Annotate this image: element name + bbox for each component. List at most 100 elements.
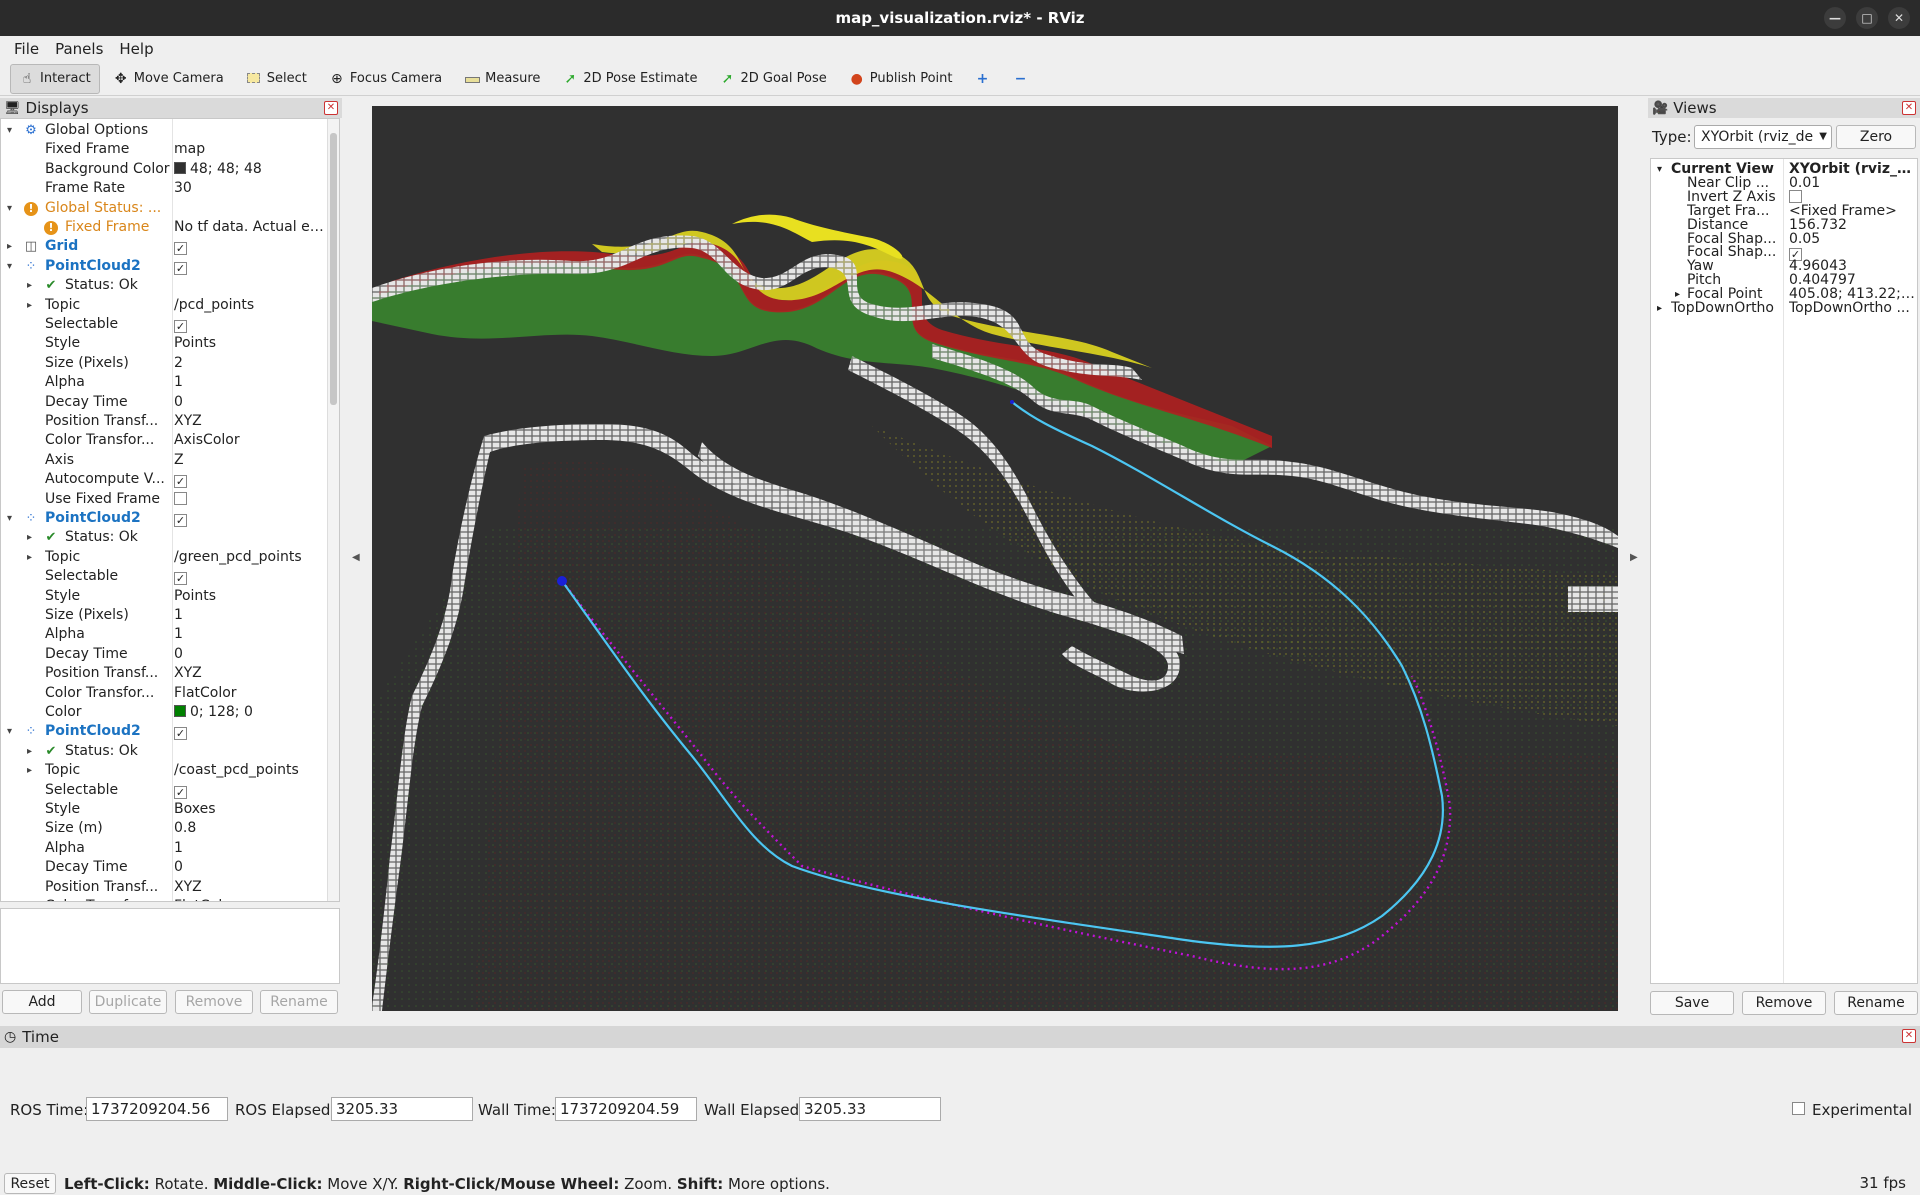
expand-down-icon[interactable]: ▾ [7, 722, 19, 741]
pose-estimate-tool-button[interactable]: ➚ 2D Pose Estimate [553, 64, 706, 94]
close-icon[interactable]: ✕ [1902, 1029, 1916, 1043]
display-row[interactable]: Selectable ✓ [1, 567, 329, 586]
enable-checkbox[interactable]: ✓ [174, 475, 187, 489]
display-row[interactable]: Style Points [1, 587, 329, 606]
display-property-value[interactable]: ✓ [174, 781, 329, 800]
display-property-value[interactable] [174, 490, 329, 509]
display-row[interactable]: Color Transfor... AxisColor [1, 431, 329, 450]
expand-right-icon[interactable]: ▸ [1657, 300, 1662, 317]
display-property-value[interactable]: ✓ [174, 470, 329, 489]
view-type-select[interactable]: XYOrbit (rviz_de ▼ [1694, 125, 1832, 149]
maximize-icon[interactable]: □ [1856, 7, 1878, 29]
display-row[interactable]: Frame Rate 30 [1, 179, 329, 198]
display-property-value[interactable]: Z [174, 451, 329, 470]
display-row[interactable]: Color Transfor...FlatColor [1, 897, 329, 901]
display-property-value[interactable]: 1 [174, 839, 329, 858]
display-property-value[interactable]: Boxes [174, 800, 329, 819]
display-property-value[interactable]: /green_pcd_points [174, 548, 329, 567]
remove-tool-button[interactable]: − [1003, 64, 1037, 94]
expand-right-icon[interactable]: ▸ [27, 276, 39, 295]
display-row[interactable]: Color Transfor...FlatColor [1, 684, 329, 703]
enable-checkbox[interactable]: ✓ [174, 572, 187, 586]
display-row[interactable]: ▸ Topic/green_pcd_points [1, 548, 329, 567]
display-property-value[interactable]: ✓ [174, 315, 329, 334]
expand-right-icon[interactable]: ▸ [27, 742, 39, 761]
display-row[interactable]: Position Transf... XYZ [1, 664, 329, 683]
display-row[interactable]: ▾ ⁘ PointCloud2 ✓ [1, 722, 329, 741]
display-row[interactable]: Background Color 48; 48; 48 [1, 160, 329, 179]
measure-tool-button[interactable]: Measure [455, 64, 549, 94]
display-row[interactable]: Alpha 1 [1, 839, 329, 858]
duplicate-button[interactable]: Duplicate [89, 990, 167, 1014]
display-property-value[interactable]: XYZ [174, 664, 329, 683]
display-row[interactable]: Selectable ✓ [1, 781, 329, 800]
render-viewport[interactable] [372, 106, 1618, 1011]
display-property-value[interactable]: XYZ [174, 878, 329, 897]
display-row[interactable]: Size (Pixels) 1 [1, 606, 329, 625]
display-row[interactable]: ▸ ◫ Grid ✓ [1, 237, 329, 256]
display-property-value[interactable]: ✓ [174, 237, 329, 256]
display-row[interactable]: Size (m) 0.8 [1, 819, 329, 838]
menu-file[interactable]: File [6, 40, 47, 58]
expand-down-icon[interactable]: ▾ [7, 257, 19, 276]
enable-checkbox[interactable] [174, 491, 187, 505]
zero-button[interactable]: Zero [1836, 125, 1916, 149]
display-row[interactable]: Style Boxes [1, 800, 329, 819]
minimize-icon[interactable]: — [1824, 7, 1846, 29]
view-row[interactable]: ▸ TopDownOrtho TopDownOrtho ... [1651, 300, 1917, 317]
menu-panels[interactable]: Panels [47, 40, 111, 58]
focus-camera-tool-button[interactable]: ⊕ Focus Camera [320, 64, 451, 94]
wall-elapsed-field[interactable]: 3205.33 [799, 1097, 941, 1121]
map-scene[interactable] [372, 106, 1618, 1011]
expand-down-icon[interactable]: ▾ [7, 121, 19, 140]
display-property-value[interactable]: 1 [174, 606, 329, 625]
display-row[interactable]: Decay Time 0 [1, 645, 329, 664]
scroll-thumb[interactable] [330, 133, 337, 405]
display-property-value[interactable]: 48; 48; 48 [174, 160, 329, 179]
display-row[interactable]: Axis Z [1, 451, 329, 470]
display-property-value[interactable]: No tf data. Actual err... [174, 218, 329, 237]
display-row[interactable]: ▾ ⚙ Global Options [1, 121, 329, 140]
rename-button[interactable]: Rename [260, 990, 338, 1014]
display-property-value[interactable]: /coast_pcd_points [174, 761, 329, 780]
display-row[interactable]: Position Transf... XYZ [1, 412, 329, 431]
display-property-value[interactable]: ✓ [174, 722, 329, 741]
display-property-value[interactable]: 0.8 [174, 819, 329, 838]
menu-help[interactable]: Help [111, 40, 161, 58]
display-property-value[interactable]: 0 [174, 645, 329, 664]
display-row[interactable]: Alpha 1 [1, 625, 329, 644]
display-row[interactable]: Style Points [1, 334, 329, 353]
rename-view-button[interactable]: Rename [1834, 991, 1918, 1015]
remove-view-button[interactable]: Remove [1742, 991, 1826, 1015]
display-property-value[interactable]: ✓ [174, 509, 329, 528]
display-row[interactable]: Decay Time 0 [1, 393, 329, 412]
display-row[interactable]: ! Fixed Frame No tf data. Actual err... [1, 218, 329, 237]
publish-point-tool-button[interactable]: ● Publish Point [840, 64, 962, 94]
enable-checkbox[interactable]: ✓ [174, 727, 187, 741]
collapse-right-icon[interactable]: ▶ [1630, 552, 1638, 563]
displays-tree[interactable]: ▾ ⚙ Global Options Fixed Frame map Background… [0, 118, 340, 902]
view-checkbox[interactable] [1789, 189, 1802, 203]
display-property-value[interactable]: AxisColor [174, 431, 329, 450]
expand-right-icon[interactable]: ▸ [27, 761, 39, 780]
add-button[interactable]: Add [2, 990, 82, 1014]
move-camera-tool-button[interactable]: ✥ Move Camera [104, 64, 233, 94]
views-tree[interactable]: ▾ Current View XYOrbit (rviz_d... Near Clip… [1650, 158, 1918, 984]
select-tool-button[interactable]: Select [237, 64, 316, 94]
display-row[interactable]: Selectable ✓ [1, 315, 329, 334]
display-property-value[interactable]: 0; 128; 0 [174, 703, 329, 722]
display-property-value[interactable]: 0 [174, 393, 329, 412]
enable-checkbox[interactable]: ✓ [174, 785, 187, 799]
display-property-value[interactable]: FlatColor [174, 897, 329, 901]
display-property-value[interactable]: map [174, 140, 329, 159]
expand-down-icon[interactable]: ▾ [7, 509, 19, 528]
display-property-value[interactable]: ✓ [174, 567, 329, 586]
display-row[interactable]: ▸ ✔ Status: Ok [1, 528, 329, 547]
experimental-checkbox[interactable] [1792, 1102, 1805, 1115]
expand-down-icon[interactable]: ▾ [7, 199, 19, 218]
display-property-value[interactable]: Points [174, 334, 329, 353]
display-row[interactable]: ▾ ⁘ PointCloud2 ✓ [1, 509, 329, 528]
display-property-value[interactable]: XYZ [174, 412, 329, 431]
wall-time-field[interactable]: 1737209204.59 [555, 1097, 697, 1121]
display-row[interactable]: Size (Pixels) 2 [1, 354, 329, 373]
